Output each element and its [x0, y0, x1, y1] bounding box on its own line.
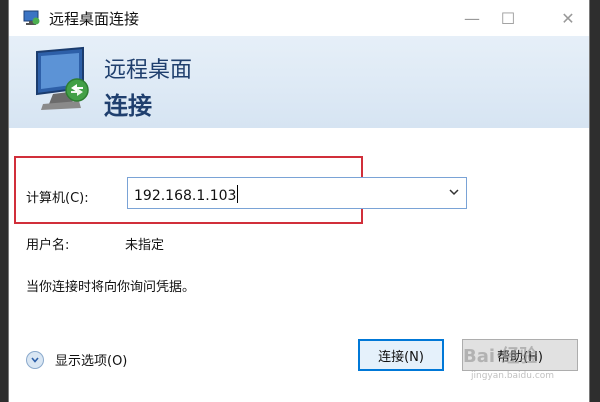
- window-title: 远程桌面连接: [49, 10, 140, 28]
- title-bar: 远程桌面连接 — ☐ ✕: [9, 0, 589, 36]
- username-value: 未指定: [125, 238, 165, 253]
- show-options-label[interactable]: 显示选项(O): [55, 350, 127, 369]
- text-caret: [237, 185, 239, 203]
- banner-title-line1: 远程桌面: [104, 58, 193, 83]
- banner-title-line2: 连接: [104, 92, 152, 120]
- header-banner: 远程桌面 连接: [9, 36, 589, 128]
- baidu-watermark-url: jingyan.baidu.com: [471, 371, 555, 381]
- expand-circle-icon[interactable]: [26, 350, 44, 369]
- remote-desktop-window: 远程桌面连接 — ☐ ✕ 远程桌面 连接 计算机(C): 192.168.1.1…: [8, 0, 590, 402]
- maximize-button[interactable]: ☐: [485, 0, 531, 36]
- computer-label: 计算机(C):: [26, 191, 89, 206]
- remote-desktop-icon: [36, 46, 89, 110]
- close-button[interactable]: ✕: [545, 0, 591, 36]
- chevron-down-icon[interactable]: [448, 186, 460, 198]
- help-button[interactable]: 帮助(H): [462, 339, 578, 371]
- computer-input-value[interactable]: 192.168.1.103: [134, 185, 239, 204]
- show-options-toggle[interactable]: 显示选项(O): [26, 350, 127, 369]
- credentials-prompt-text: 当你连接时将向你询问凭据。: [26, 280, 196, 295]
- username-label: 用户名:: [26, 238, 70, 253]
- computer-combobox[interactable]: 192.168.1.103: [127, 177, 467, 209]
- connect-button[interactable]: 连接(N): [358, 339, 444, 371]
- app-icon: [23, 10, 40, 25]
